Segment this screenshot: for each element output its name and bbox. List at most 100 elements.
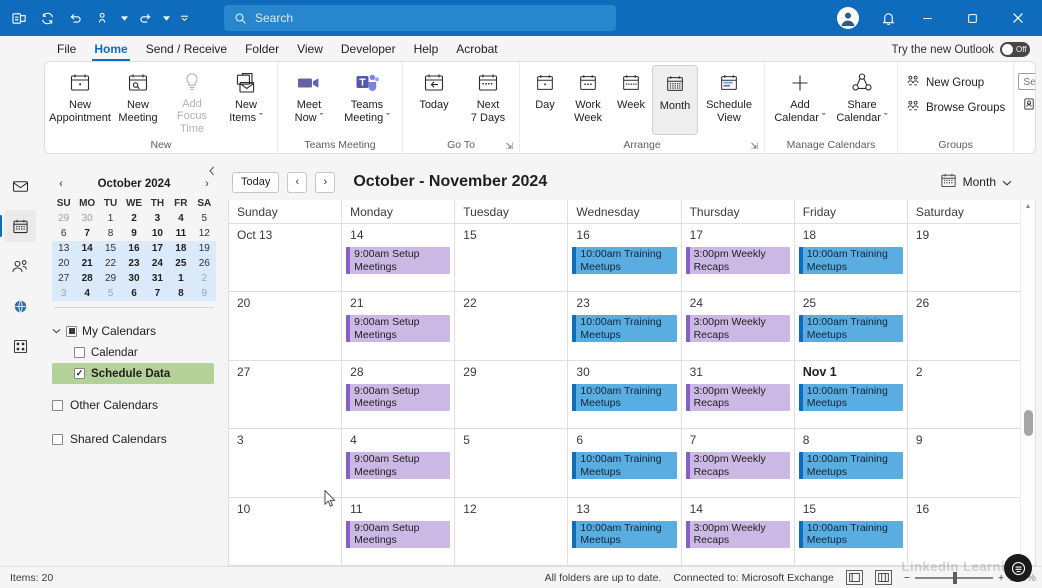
mini-cal-day[interactable]: 16 [122, 241, 146, 256]
add-focus-time-button[interactable]: Add Focus Time [165, 65, 219, 135]
scrollbar-thumb[interactable] [1023, 409, 1033, 436]
mini-cal-day[interactable]: 5 [193, 211, 216, 226]
calendar-day-cell[interactable]: 27 [229, 361, 341, 428]
calendar-event[interactable]: 9:00am Setup Meetings [346, 520, 451, 548]
calendar-scrollbar[interactable]: ▲ [1020, 200, 1035, 565]
calendar-day-cell[interactable]: 20 [229, 292, 341, 359]
try-new-outlook[interactable]: Try the new Outlook Off [892, 38, 1042, 61]
mini-cal-day[interactable]: 1 [99, 211, 122, 226]
rail-item-mail[interactable] [4, 170, 36, 202]
calendar-event[interactable]: 3:00pm Weekly Recaps [685, 383, 790, 411]
avatar[interactable] [837, 7, 859, 29]
menu-item-view[interactable]: View [288, 38, 332, 61]
mini-cal-day[interactable]: 21 [75, 256, 99, 271]
calendar-day-cell[interactable]: 29 [454, 360, 567, 429]
sync-icon[interactable] [34, 5, 60, 31]
mini-cal-day[interactable]: 9 [122, 226, 145, 241]
calendar-day-cell[interactable]: 18 10:00am Training Meetups [793, 224, 907, 292]
mini-cal-day[interactable]: 14 [75, 241, 99, 256]
scroll-up-icon[interactable]: ▲ [1025, 202, 1032, 212]
mini-cal-day[interactable]: 15 [98, 241, 123, 256]
calendar-event[interactable]: 9:00am Setup Meetings [346, 315, 451, 343]
rail-item-calendar[interactable] [0, 210, 36, 242]
calendar-day-cell[interactable]: 15 [454, 224, 567, 292]
zoom-slider[interactable] [915, 571, 993, 584]
mini-cal-day[interactable]: 27 [52, 271, 76, 286]
today-button[interactable]: Today [232, 171, 280, 193]
chevron-down-icon[interactable] [1002, 175, 1012, 189]
mini-cal-day[interactable]: 5 [98, 286, 123, 301]
undo-icon[interactable] [62, 5, 88, 31]
calendar-day-cell[interactable]: 7 3:00pm Weekly Recaps [680, 429, 794, 497]
mini-cal-next-button[interactable]: › [200, 178, 214, 190]
mini-cal-day[interactable]: 11 [169, 226, 192, 241]
menu-item-help[interactable]: Help [405, 38, 448, 61]
reply-icon[interactable] [90, 5, 116, 31]
calendar-day-cell[interactable]: 16 10:00am Training Meetups [567, 224, 680, 292]
rail-item-groups[interactable] [4, 290, 36, 322]
mini-cal-day[interactable]: 9 [192, 286, 216, 301]
forward-icon[interactable] [132, 5, 158, 31]
calendar-day-cell[interactable]: 25 10:00am Training Meetups [793, 292, 907, 360]
menu-item-file[interactable]: File [48, 38, 85, 61]
calendar-day-cell[interactable]: 8 10:00am Training Meetups [793, 429, 907, 497]
search-box[interactable] [224, 5, 616, 31]
chevron-down-icon[interactable] [52, 327, 61, 336]
calendar-event[interactable]: 3:00pm Weekly Recaps [685, 315, 790, 343]
calendar-event[interactable]: 10:00am Training Meetups [798, 520, 903, 548]
new-items-button[interactable]: New Items ˇ [219, 65, 273, 135]
calendar-event[interactable]: 10:00am Training Meetups [572, 315, 677, 343]
outlook-logo-icon[interactable] [6, 5, 32, 31]
mini-cal-day[interactable]: 19 [192, 241, 216, 256]
share-calendar-button[interactable]: Share Calendar ˇ [831, 65, 893, 135]
calendar-day-cell[interactable]: 16 [906, 497, 1020, 566]
my-calendars-checkbox[interactable] [66, 325, 77, 337]
menu-item-send-receive[interactable]: Send / Receive [137, 38, 236, 61]
reading-view-button[interactable] [874, 570, 892, 585]
mini-cal-day[interactable]: 3 [52, 286, 76, 301]
calendar-day-cell[interactable]: 26 [906, 292, 1020, 360]
day-view-button[interactable]: Day [524, 65, 566, 135]
add-calendar-button[interactable]: Add Calendar ˇ [769, 65, 831, 135]
menu-item-folder[interactable]: Folder [236, 38, 288, 61]
normal-view-button[interactable] [845, 570, 863, 585]
calendar-group-my-calendars[interactable]: My Calendars [52, 320, 216, 342]
forward-caret-icon[interactable] [160, 5, 172, 31]
calendar-day-cell[interactable]: 13 10:00am Training Meetups [567, 497, 680, 566]
mini-cal-day[interactable]: 17 [145, 241, 170, 256]
mini-cal-day[interactable]: 30 [122, 271, 146, 286]
rail-item-more-apps[interactable] [4, 330, 36, 362]
work-week-view-button[interactable]: Work Week [566, 65, 610, 135]
mini-cal-prev-button[interactable]: ‹ [54, 178, 68, 190]
schedule-data-checkbox[interactable]: ✓ [74, 368, 85, 379]
menu-item-home[interactable]: Home [85, 38, 136, 61]
mini-cal-day[interactable]: 29 [98, 271, 123, 286]
calendar-day-cell[interactable]: 12 [454, 497, 567, 566]
calendar-event[interactable]: 10:00am Training Meetups [572, 520, 677, 548]
calendar-day-cell[interactable]: 23 10:00am Training Meetups [567, 292, 680, 360]
calendar-day-cell[interactable]: 28 9:00am Setup Meetings [341, 360, 454, 429]
menu-item-developer[interactable]: Developer [332, 38, 405, 61]
arrange-dialog-launcher-icon[interactable]: ⇲ [750, 138, 758, 153]
mini-cal-day[interactable]: 20 [52, 256, 76, 271]
calendar-day-cell[interactable]: 19 [906, 224, 1020, 292]
menu-item-acrobat[interactable]: Acrobat [447, 38, 506, 61]
calendar-day-cell[interactable]: 9 [906, 429, 1020, 497]
view-selector[interactable]: Month [940, 172, 1026, 192]
new-group-button[interactable]: New Group [902, 73, 988, 92]
search-people-input[interactable] [1018, 73, 1035, 90]
scrollbar-track[interactable] [1021, 212, 1036, 565]
calendar-day-cell[interactable]: 11 9:00am Setup Meetings [341, 497, 454, 566]
mini-cal-day[interactable]: 22 [98, 256, 123, 271]
calendar-checkbox[interactable] [74, 347, 85, 358]
new-meeting-button[interactable]: New Meeting [111, 65, 165, 135]
mini-cal-day[interactable]: 2 [192, 271, 216, 286]
calendar-event[interactable]: 10:00am Training Meetups [572, 247, 677, 274]
calendar-day-cell[interactable]: 6 10:00am Training Meetups [567, 429, 680, 497]
calendar-event[interactable]: 9:00am Setup Meetings [346, 247, 451, 274]
next-period-button[interactable]: › [315, 171, 336, 193]
calendar-day-cell[interactable]: 4 9:00am Setup Meetings [341, 429, 454, 497]
calendar-event[interactable]: 9:00am Setup Meetings [346, 452, 451, 480]
calendar-item-schedule-data[interactable]: ✓ Schedule Data [52, 363, 214, 384]
shared-calendars-checkbox[interactable] [52, 433, 63, 445]
